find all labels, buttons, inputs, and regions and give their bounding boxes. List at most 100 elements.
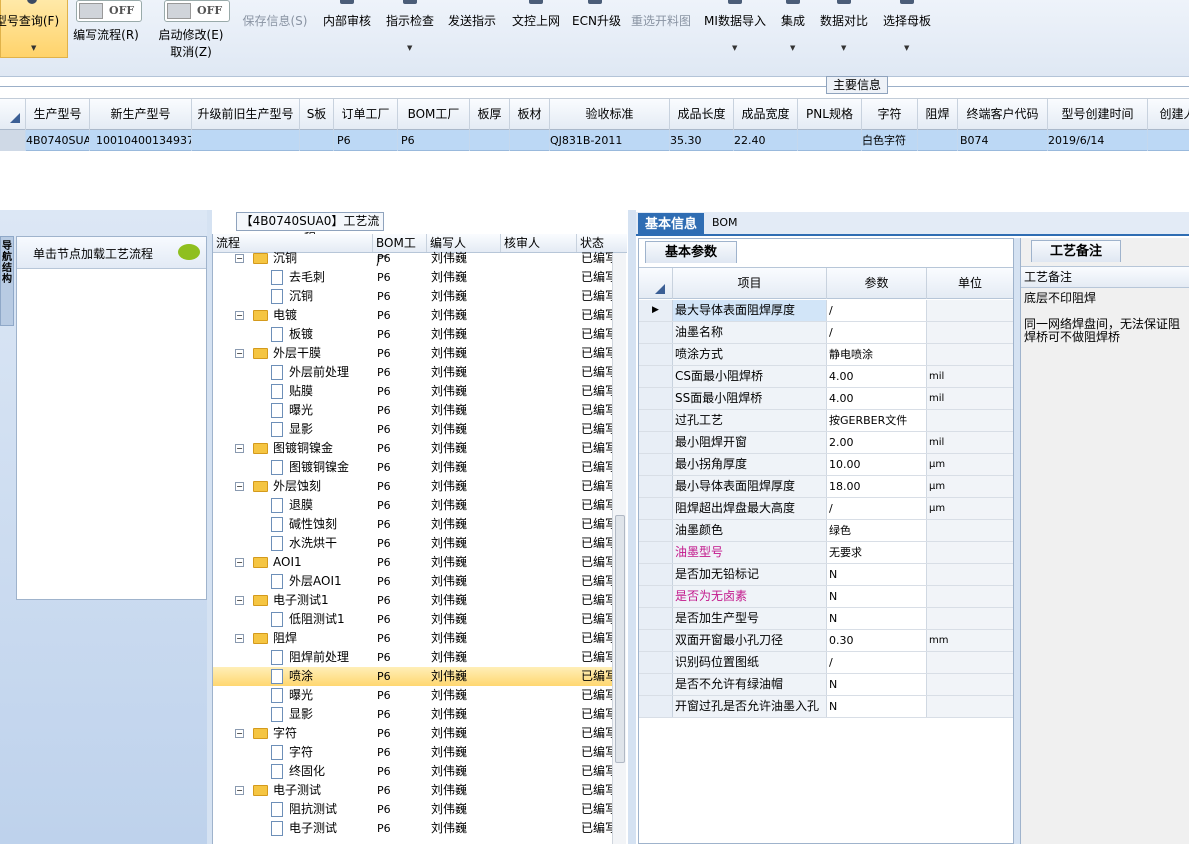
cell[interactable]: 白色字符 [862, 130, 918, 151]
cell[interactable] [918, 130, 958, 151]
col-new-prod-model[interactable]: 新生产型号 [90, 99, 192, 130]
tree-row[interactable]: − 外层蚀刻 P6 刘伟巍 已编写 [213, 477, 613, 496]
tree-row[interactable]: 阻抗测试 P6 刘伟巍 已编写 [213, 800, 613, 819]
param-row[interactable]: 是否加无铅标记 N [639, 564, 1013, 586]
param-value[interactable]: / [827, 652, 927, 673]
param-value[interactable]: 2.00 [827, 432, 927, 453]
internal-review-button[interactable]: 内部审核 [320, 0, 374, 70]
param-value[interactable]: 4.00 [827, 388, 927, 409]
col-character[interactable]: 字符 [862, 99, 918, 130]
tree-row[interactable]: 外层前处理 P6 刘伟巍 已编写 [213, 363, 613, 382]
cell[interactable]: 4B0740SUA0 [26, 130, 90, 151]
instruction-check-button[interactable]: 指示检查 ▼ [384, 0, 436, 70]
col-old-prod-model[interactable]: 升级前旧生产型号 [192, 99, 300, 130]
tree-row[interactable]: 贴膜 P6 刘伟巍 已编写 [213, 382, 613, 401]
col-s-board[interactable]: S板 [300, 99, 334, 130]
cell[interactable]: P6 [398, 130, 470, 151]
notes-text[interactable]: 底层不印阻焊 同一网络焊盘间，无法保证阻焊桥可不做阻焊桥 [1024, 292, 1189, 344]
cell[interactable]: B074 [958, 130, 1048, 151]
cell[interactable] [192, 130, 300, 151]
collapse-icon[interactable]: − [235, 634, 244, 643]
cell[interactable] [798, 130, 862, 151]
param-value[interactable]: N [827, 608, 927, 629]
save-info-button[interactable]: 保存信息(S) [240, 0, 310, 70]
tree-row[interactable]: 显影 P6 刘伟巍 已编写 [213, 420, 613, 439]
tree-row[interactable]: 水洗烘干 P6 刘伟巍 已编写 [213, 534, 613, 553]
table-row[interactable]: 4B0740SUA0 10010400134937 P6 P6 QJ831B-2… [0, 130, 1189, 151]
col-customer-code[interactable]: 终端客户代码 [958, 99, 1048, 130]
cell[interactable] [510, 130, 550, 151]
col-thickness[interactable]: 板厚 [470, 99, 510, 130]
collapse-icon[interactable]: − [235, 786, 244, 795]
scrollbar-thumb[interactable] [615, 515, 625, 763]
col-create-time[interactable]: 型号创建时间 [1048, 99, 1148, 130]
param-row[interactable]: 油墨型号 无要求 [639, 542, 1013, 564]
param-value[interactable]: 0.30 [827, 630, 927, 651]
param-row[interactable]: 最小阻焊开窗 2.00 mil [639, 432, 1013, 454]
param-row[interactable]: 阻焊超出焊盘最大高度 / μm [639, 498, 1013, 520]
param-value[interactable]: / [827, 322, 927, 343]
param-row[interactable]: 喷涂方式 静电喷涂 [639, 344, 1013, 366]
param-value[interactable]: N [827, 586, 927, 607]
select-motherboard-button[interactable]: 选择母板 ▼ [880, 0, 934, 70]
collapse-icon[interactable]: − [235, 482, 244, 491]
col-unit[interactable]: 单位 [927, 268, 1013, 299]
tab-bom[interactable]: BOM [712, 216, 738, 229]
tab-basic-info[interactable]: 基本信息 [638, 213, 704, 236]
param-row[interactable]: ▶ 最大导体表面阻焊厚度 / [639, 300, 1013, 322]
param-value[interactable]: N [827, 674, 927, 695]
param-row[interactable]: 最小导体表面阻焊厚度 18.00 μm [639, 476, 1013, 498]
ecn-upgrade-button[interactable]: ECN升级 [572, 0, 621, 70]
param-row[interactable]: 油墨名称 / [639, 322, 1013, 344]
collapse-icon[interactable]: − [235, 254, 244, 263]
collapse-icon[interactable]: − [235, 558, 244, 567]
param-row[interactable]: 是否不允许有绿油帽 N [639, 674, 1013, 696]
param-row[interactable]: 是否加生产型号 N [639, 608, 1013, 630]
doc-control-button[interactable]: 文控上网 [510, 0, 562, 70]
side-nav-tab[interactable]: 导航结构 [0, 236, 14, 326]
cell[interactable]: 35.30 [670, 130, 734, 151]
param-value[interactable]: 按GERBER文件 [827, 410, 927, 431]
tree-row[interactable]: 曝光 P6 刘伟巍 已编写 [213, 401, 613, 420]
toggle-switch-1[interactable]: OFF [76, 0, 142, 22]
tree-row[interactable]: 曝光 P6 刘伟巍 已编写 [213, 686, 613, 705]
tree-row[interactable]: 阻焊前处理 P6 刘伟巍 已编写 [213, 648, 613, 667]
param-value[interactable]: / [827, 498, 927, 519]
tree-row[interactable]: 终固化 P6 刘伟巍 已编写 [213, 762, 613, 781]
start-edit-button[interactable]: 启动修改(E) [156, 26, 226, 44]
param-value[interactable]: 10.00 [827, 454, 927, 475]
tab-basic-params[interactable]: 基本参数 [645, 241, 737, 263]
tree-row[interactable]: 外层AOI1 P6 刘伟巍 已编写 [213, 572, 613, 591]
param-row[interactable]: 最小拐角厚度 10.00 μm [639, 454, 1013, 476]
tree-row[interactable]: 碱性蚀刻 P6 刘伟巍 已编写 [213, 515, 613, 534]
tree-row[interactable]: − 阻焊 P6 刘伟巍 已编写 [213, 629, 613, 648]
tree-row[interactable]: − 电镀 P6 刘伟巍 已编写 [213, 306, 613, 325]
col-length[interactable]: 成品长度 [670, 99, 734, 130]
param-row[interactable]: SS面最小阻焊桥 4.00 mil [639, 388, 1013, 410]
tree-row[interactable]: 去毛刺 P6 刘伟巍 已编写 [213, 268, 613, 287]
param-row[interactable]: 油墨颜色 绿色 [639, 520, 1013, 542]
param-value[interactable]: / [827, 300, 927, 321]
col-order-factory[interactable]: 订单工厂 [334, 99, 398, 130]
cell[interactable]: P6 [334, 130, 398, 151]
edit-flow-button[interactable]: 编写流程(R) [70, 26, 142, 44]
param-row[interactable]: 识别码位置图纸 / [639, 652, 1013, 674]
param-row[interactable]: 过孔工艺 按GERBER文件 [639, 410, 1013, 432]
col-material[interactable]: 板材 [510, 99, 550, 130]
tree-row[interactable]: 退膜 P6 刘伟巍 已编写 [213, 496, 613, 515]
data-compare-button[interactable]: 数据对比 ▼ [818, 0, 870, 70]
cell[interactable]: 2019/6/14 [1048, 130, 1148, 151]
mi-import-button[interactable]: MI数据导入 ▼ [704, 0, 766, 70]
integrate-button[interactable]: 集成 ▼ [776, 0, 810, 70]
param-value[interactable]: 18.00 [827, 476, 927, 497]
param-row[interactable]: 双面开窗最小孔刀径 0.30 mm [639, 630, 1013, 652]
cell[interactable] [300, 130, 334, 151]
tree-row[interactable]: 喷涂 P6 刘伟巍 已编写 [213, 667, 613, 686]
col-item[interactable]: 项目 [673, 268, 827, 299]
collapse-icon[interactable]: − [235, 311, 244, 320]
send-instruction-button[interactable]: 发送指示 [446, 0, 498, 70]
left-splitter[interactable] [207, 210, 212, 844]
param-value[interactable]: 无要求 [827, 542, 927, 563]
param-value[interactable]: N [827, 564, 927, 585]
cell[interactable] [1148, 130, 1189, 151]
